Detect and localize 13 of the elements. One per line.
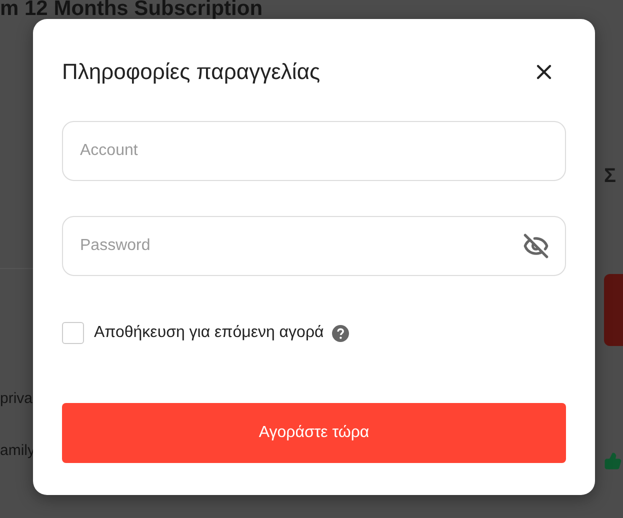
remember-checkbox[interactable] xyxy=(62,322,84,344)
eye-off-icon[interactable] xyxy=(523,233,549,259)
list-item: priva xyxy=(0,389,32,409)
account-field[interactable]: Account xyxy=(62,121,566,181)
buy-now-button[interactable]: Αγοράστε τώρα xyxy=(62,403,566,463)
help-icon[interactable] xyxy=(332,324,349,342)
list-item: amily xyxy=(0,441,32,461)
thumbs-up-icon xyxy=(604,452,622,470)
account-input[interactable]: Account xyxy=(78,141,549,161)
dialog-title: Πληροφορίες παραγγελίας xyxy=(62,59,320,85)
password-field[interactable]: Password xyxy=(62,216,566,276)
password-input[interactable]: Password xyxy=(78,236,523,256)
remember-label: Αποθήκευση για επόμενη αγορά xyxy=(94,324,324,342)
